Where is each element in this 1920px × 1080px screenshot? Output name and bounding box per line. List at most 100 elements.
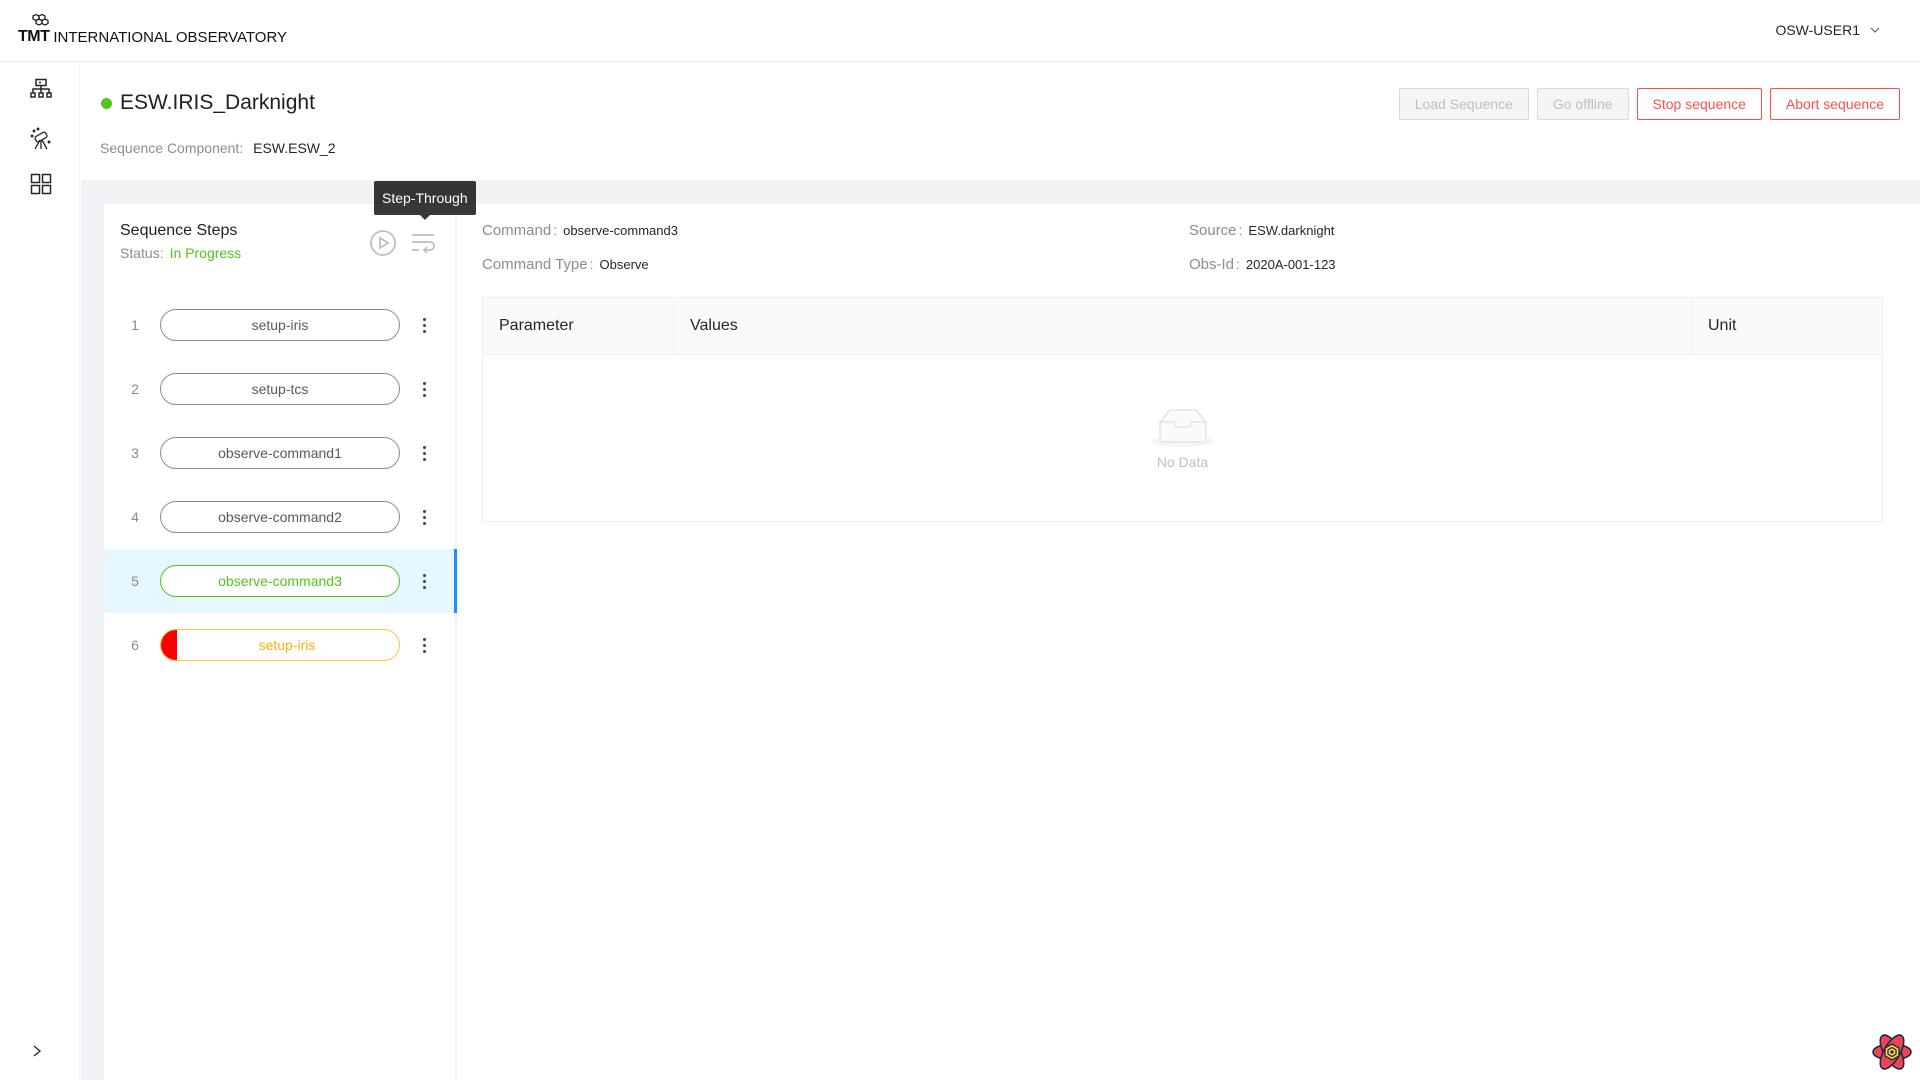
go-offline-button[interactable]: Go offline <box>1536 88 1629 120</box>
step-through-tooltip: Step-Through <box>374 181 476 220</box>
command-value: observe-command3 <box>563 223 678 238</box>
sequence-component-value: ESW.ESW_2 <box>253 140 336 156</box>
step-pill[interactable]: setup-iris <box>160 629 400 661</box>
steps-header: Sequence Steps Status: In Progress <box>120 222 241 261</box>
step-menu-button[interactable] <box>414 311 434 339</box>
chevron-right-icon <box>33 1045 42 1057</box>
sequence-status: Status: In Progress <box>120 245 241 261</box>
nav-infrastructure[interactable] <box>28 76 54 102</box>
page-title: ESW.IRIS_Darknight <box>101 91 315 115</box>
separator: : <box>1236 256 1240 272</box>
no-data-text: No Data <box>1156 454 1209 470</box>
step-pill[interactable]: setup-iris <box>160 309 400 341</box>
infrastructure-icon <box>30 78 52 98</box>
org-name: INTERNATIONAL OBSERVATORY <box>53 29 288 46</box>
step-pill[interactable]: observe-command2 <box>160 501 400 533</box>
column-header-unit: Unit <box>1708 317 1737 334</box>
source-label: Source <box>1189 222 1237 239</box>
step-index: 5 <box>131 573 139 589</box>
step-index: 2 <box>131 381 139 397</box>
step-menu-button[interactable] <box>414 631 434 659</box>
step-name: setup-tcs <box>251 381 309 397</box>
step-item: 6 setup-iris <box>104 613 456 677</box>
status-label: Status: <box>120 245 164 261</box>
nav-rail <box>0 62 80 1080</box>
sequence-component-label: Sequence Component: <box>100 140 244 156</box>
load-sequence-button[interactable]: Load Sequence <box>1398 88 1529 120</box>
mirror-segments-icon <box>32 14 49 26</box>
step-name: observe-command1 <box>218 445 342 461</box>
user-name: OSW-USER1 <box>1775 22 1860 38</box>
empty-state: No Data <box>483 355 1882 521</box>
chevron-down-icon <box>1870 25 1880 36</box>
page-header: ESW.IRIS_Darknight Sequence Component: E… <box>81 63 1920 180</box>
command-type-value: Observe <box>599 257 649 272</box>
separator: : <box>553 222 558 238</box>
logo[interactable]: TMT INTERNATIONAL OBSERVATORY <box>18 12 287 46</box>
command-type-label: Command Type <box>482 256 588 273</box>
step-name: setup-iris <box>258 637 316 653</box>
resume-button[interactable] <box>368 228 398 258</box>
user-menu[interactable]: OSW-USER1 <box>1775 22 1880 38</box>
step-item: 3 observe-command1 <box>104 421 456 485</box>
steps-list: 1 setup-iris 2 setup-tcs 3 observe-comma… <box>104 293 457 677</box>
step-details-panel: Command: observe-command3 Command Type: Ob… <box>457 204 1920 1080</box>
obs-id-value: 2020A-001-123 <box>1245 257 1336 272</box>
step-item: 4 observe-command2 <box>104 485 456 549</box>
apps-grid-icon <box>30 173 52 195</box>
react-devtools-button[interactable] <box>1871 1031 1913 1073</box>
column-header-parameter: Parameter <box>483 298 674 354</box>
sequence-actions: Load Sequence Go offline Stop sequence A… <box>1398 88 1900 120</box>
step-name: setup-iris <box>251 317 309 333</box>
step-through-icon <box>412 234 435 254</box>
parameters-table: Parameter Values Unit No Data <box>482 297 1883 522</box>
logo-text: TMT <box>18 28 50 45</box>
obs-id-field: Obs-Id:2020A-001-123 <box>1189 256 1336 273</box>
nav-observations[interactable] <box>28 126 54 152</box>
status-value: In Progress <box>169 245 242 261</box>
steps-title: Sequence Steps <box>120 222 238 239</box>
breakpoint-marker[interactable] <box>161 630 177 660</box>
table-header: Parameter Values Unit <box>483 298 1882 355</box>
step-pill[interactable]: observe-command3 <box>160 565 400 597</box>
step-item: 1 setup-iris <box>104 293 456 357</box>
step-menu-button[interactable] <box>414 439 434 467</box>
command-type-field: Command Type: Observe <box>482 256 649 273</box>
step-name: observe-command2 <box>218 509 342 525</box>
step-index: 1 <box>131 317 139 333</box>
obs-id-label: Obs-Id <box>1189 256 1235 273</box>
empty-inbox-icon <box>1151 409 1214 447</box>
more-vertical-icon <box>422 637 426 641</box>
step-menu-button[interactable] <box>414 503 434 531</box>
more-vertical-icon <box>422 445 426 449</box>
command-label: Command <box>482 222 552 239</box>
more-vertical-icon <box>422 381 426 385</box>
more-vertical-icon <box>422 317 426 321</box>
react-atom-icon <box>1872 1034 1912 1070</box>
stop-sequence-button[interactable]: Stop sequence <box>1636 88 1762 120</box>
more-vertical-icon <box>422 573 426 577</box>
separator: : <box>1238 222 1243 238</box>
sequence-steps-panel: Sequence Steps Status: In Progress 1 setu… <box>104 204 457 1080</box>
step-pill[interactable]: setup-tcs <box>160 373 400 405</box>
play-circle-icon <box>370 230 396 256</box>
more-vertical-icon <box>422 509 426 513</box>
nav-apps[interactable] <box>28 171 54 197</box>
step-menu-button[interactable] <box>414 567 434 595</box>
source-value: ESW.darknight <box>1248 223 1335 238</box>
step-index: 3 <box>131 445 139 461</box>
step-name: observe-command3 <box>218 573 342 589</box>
logo-mark: TMT <box>18 14 50 46</box>
telescope-icon <box>30 127 51 150</box>
abort-sequence-button[interactable]: Abort sequence <box>1769 88 1900 120</box>
separator: : <box>589 256 594 272</box>
step-menu-button[interactable] <box>414 375 434 403</box>
expand-sidebar-button[interactable] <box>32 1042 42 1063</box>
step-item-selected: 5 observe-command3 <box>104 549 457 613</box>
step-pill[interactable]: observe-command1 <box>160 437 400 469</box>
status-dot <box>101 97 112 109</box>
step-index: 6 <box>131 637 139 653</box>
sequence-component-info: Sequence Component: ESW.ESW_2 <box>100 140 336 156</box>
step-index: 4 <box>131 509 139 525</box>
step-through-button[interactable] <box>408 228 438 258</box>
